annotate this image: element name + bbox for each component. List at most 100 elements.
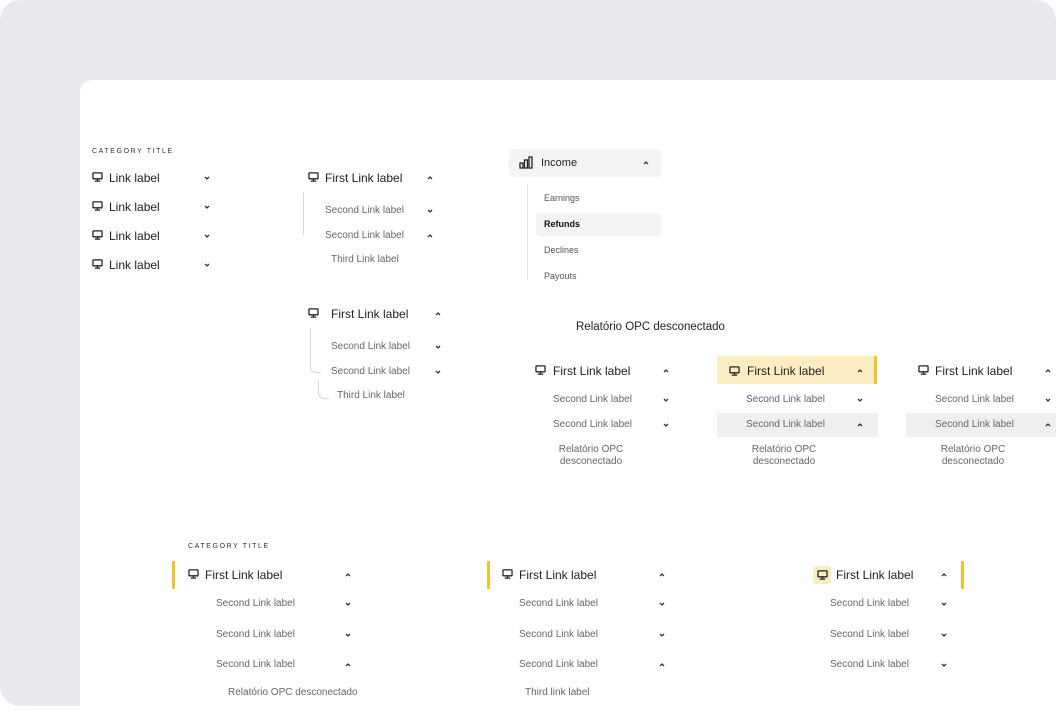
income-item-payouts[interactable]: Payouts — [536, 268, 656, 286]
nav-link-3[interactable]: Link label — [90, 228, 220, 244]
monitor-icon — [188, 569, 199, 579]
first-link[interactable]: First Link label — [186, 567, 356, 583]
chevron-down-icon — [202, 202, 212, 212]
income-item-earnings[interactable]: Earnings — [536, 189, 656, 207]
chevron-up-icon — [855, 420, 865, 430]
second-link-label: Second Link label — [216, 629, 295, 640]
chevron-down-icon — [202, 173, 212, 183]
first-link[interactable]: First Link label — [916, 363, 1056, 379]
third-link[interactable]: Relatório OPC desconectado — [928, 444, 1018, 472]
third-link-label: Third Link label — [337, 390, 405, 401]
income-item-declines[interactable]: Declines — [536, 242, 656, 260]
second-link-label: Second Link label — [553, 394, 632, 405]
chevron-up-icon — [939, 570, 949, 580]
first-link-label: First Link label — [331, 307, 409, 321]
first-link[interactable]: First Link label — [306, 306, 446, 322]
nav-link-label: Link label — [109, 200, 160, 214]
nav-link-4[interactable]: Link label — [90, 257, 220, 273]
second-link[interactable]: Second Link label — [516, 659, 671, 673]
second-link-label: Second Link label — [216, 598, 295, 609]
second-link-selected[interactable]: Second Link label — [717, 413, 878, 437]
chevron-down-icon — [1043, 395, 1053, 405]
second-link[interactable]: Second Link label — [932, 394, 1056, 408]
second-link[interactable]: Second Link label — [328, 365, 448, 379]
second-link[interactable]: Second Link label — [550, 394, 675, 408]
third-link-label-line1: Relatório OPC — [751, 444, 817, 455]
third-link-label-line1: Relatório OPC — [558, 444, 624, 455]
third-link[interactable]: Third Link label — [334, 390, 424, 404]
third-link[interactable]: Relatório OPC desconectado — [546, 444, 636, 472]
first-link-label: First Link label — [205, 568, 283, 582]
second-link-label: Second Link label — [830, 659, 909, 670]
monitor-icon — [502, 569, 513, 579]
second-link[interactable]: Second Link label — [743, 394, 868, 408]
monitor-icon — [535, 365, 546, 375]
first-link[interactable]: First Link label — [533, 363, 683, 379]
second-link-label: Second Link label — [553, 419, 632, 430]
monitor-icon — [918, 365, 929, 375]
chevron-up-icon — [425, 173, 435, 183]
chevron-down-icon — [661, 395, 671, 405]
first-link-label: First Link label — [553, 364, 631, 378]
second-link[interactable]: Second Link label — [550, 419, 675, 433]
second-link-label: Second Link label — [519, 659, 598, 670]
first-link-label: First Link label — [747, 364, 825, 378]
first-link-label: First Link label — [935, 364, 1013, 378]
chevron-down-icon — [661, 420, 671, 430]
tree-connector — [310, 328, 321, 373]
first-link-label: First Link label — [519, 568, 597, 582]
chevron-down-icon — [657, 630, 667, 640]
second-link[interactable]: Second Link label — [322, 229, 442, 243]
chevron-down-icon — [433, 342, 443, 352]
bar-chart-icon — [519, 156, 533, 169]
first-link-label: First Link label — [325, 171, 403, 185]
monitor-icon — [92, 259, 103, 269]
monitor-icon — [92, 230, 103, 240]
third-link[interactable]: Relatório OPC desconectado — [739, 444, 829, 472]
third-link[interactable]: Third Link label — [328, 254, 418, 268]
chevron-down-icon — [433, 367, 443, 377]
chevron-up-icon — [657, 570, 667, 580]
chevron-up-icon — [343, 660, 353, 670]
second-link-label: Second Link label — [746, 394, 825, 405]
chevron-up-icon — [425, 231, 435, 241]
second-link[interactable]: Second Link label — [213, 598, 358, 612]
nav-link-2[interactable]: Link label — [90, 199, 220, 215]
third-link-label: Third Link label — [331, 254, 399, 265]
income-item-refunds[interactable]: Refunds — [536, 213, 661, 236]
monitor-icon — [92, 201, 103, 211]
second-link[interactable]: Second Link label — [328, 340, 448, 354]
second-link[interactable]: Second Link label — [516, 629, 671, 643]
second-link[interactable]: Second Link label — [213, 659, 358, 673]
chevron-up-icon — [1043, 420, 1053, 430]
third-link[interactable]: Third link label — [522, 687, 622, 701]
nav-link-label: Link label — [109, 258, 160, 272]
nav-link-label: Link label — [109, 171, 160, 185]
income-title: Income — [541, 157, 578, 169]
second-link[interactable]: Second Link label — [827, 598, 957, 612]
second-link[interactable]: Second Link label — [516, 598, 671, 612]
income-item-label: Refunds — [544, 219, 580, 229]
second-link[interactable]: Second Link label — [827, 629, 957, 643]
chevron-up-icon — [641, 158, 651, 168]
active-indicator — [874, 356, 877, 384]
nav-link-1[interactable]: Link label — [90, 170, 220, 186]
first-link[interactable]: First Link label — [306, 170, 441, 186]
second-link[interactable]: Second Link label — [827, 659, 957, 673]
second-link-label: Second Link label — [331, 366, 410, 377]
chevron-up-icon — [343, 570, 353, 580]
chevron-down-icon — [343, 630, 353, 640]
monitor-icon — [817, 570, 828, 580]
second-link[interactable]: Second Link label — [322, 204, 442, 218]
third-link-label: Third link label — [525, 687, 590, 698]
third-link[interactable]: Relatório OPC desconectado — [225, 687, 375, 701]
second-link-label: Second Link label — [331, 341, 410, 352]
second-link[interactable]: Second Link label — [213, 629, 358, 643]
first-link[interactable]: First Link label — [833, 567, 958, 583]
second-link-selected[interactable]: Second Link label — [906, 413, 1056, 437]
monitor-icon — [729, 366, 740, 376]
second-link-label: Second Link label — [935, 419, 1014, 430]
chevron-down-icon — [343, 599, 353, 609]
chevron-up-icon — [1043, 366, 1053, 376]
first-link[interactable]: First Link label — [500, 567, 670, 583]
